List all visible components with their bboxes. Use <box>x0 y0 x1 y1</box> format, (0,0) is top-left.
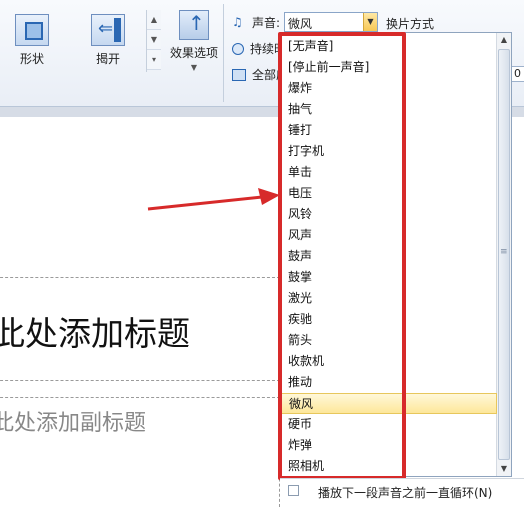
chevron-down-icon[interactable]: ▼ <box>363 13 377 31</box>
ribbon-separator <box>223 4 224 102</box>
sound-option[interactable]: 疾驰 <box>281 309 497 330</box>
shape-effect-label: 形状 <box>19 52 44 66</box>
effect-options-button[interactable]: 效果选项 ▼ <box>166 8 222 88</box>
sound-option[interactable]: 激光 <box>281 288 497 309</box>
sound-option[interactable]: 收款机 <box>281 351 497 372</box>
sound-option[interactable]: 硬币 <box>281 414 497 435</box>
scroll-thumb[interactable] <box>498 49 510 460</box>
scroll-down-icon[interactable]: ▼ <box>497 462 511 476</box>
sound-option[interactable]: 电压 <box>281 183 497 204</box>
sound-option[interactable]: 微风 <box>281 393 497 414</box>
duration-row: 持续时 <box>232 40 286 57</box>
sound-option[interactable]: [停止前一声音] <box>281 57 497 78</box>
shape-effect-icon <box>15 14 49 46</box>
switch-method-label: 换片方式 <box>386 17 435 31</box>
effect-options-icon <box>179 10 209 40</box>
gallery-more-icon[interactable]: ▾ <box>147 50 161 70</box>
sound-option[interactable]: [无声音] <box>281 36 497 57</box>
sound-row: ♫ 声音: <box>232 12 280 32</box>
uncover-effect-button[interactable]: 揭开 <box>78 8 138 68</box>
sound-option[interactable]: 箭头 <box>281 330 497 351</box>
chevron-down-icon: ▼ <box>190 63 198 72</box>
sound-option[interactable]: 风声 <box>281 225 497 246</box>
sound-option[interactable]: 抽气 <box>281 99 497 120</box>
uncover-effect-label: 揭开 <box>95 52 120 66</box>
clock-icon <box>232 42 244 55</box>
loop-checkbox[interactable] <box>288 485 299 496</box>
sound-option[interactable]: 单击 <box>281 162 497 183</box>
annotation-arrow <box>147 188 280 211</box>
sound-option[interactable]: 鼓声 <box>281 246 497 267</box>
gallery-up-icon[interactable]: ▲ <box>147 10 161 30</box>
sound-dropdown-list[interactable]: ▲ ▼ [无声音][停止前一声音]爆炸抽气锤打打字机单击电压风铃风声鼓声鼓掌激光… <box>280 32 512 477</box>
sound-icon: ♫ <box>232 15 243 29</box>
uncover-effect-icon <box>91 14 125 46</box>
sound-option[interactable]: 风铃 <box>281 204 497 225</box>
sound-option[interactable]: 打字机 <box>281 141 497 162</box>
apply-all-icon <box>232 68 246 81</box>
slide-canvas[interactable]: 此处添加标题 此处添加副标题 <box>0 117 280 507</box>
title-placeholder[interactable]: 此处添加标题 <box>0 307 190 355</box>
effects-gallery-scroll[interactable]: ▲ ▼ ▾ <box>146 10 161 72</box>
scroll-up-icon[interactable]: ▲ <box>497 33 511 47</box>
sound-option[interactable]: 照相机 <box>281 456 497 477</box>
effect-options-label: 效果选项 <box>169 46 218 60</box>
sound-label: 声音: <box>252 15 281 30</box>
annotation-arrow-shaft <box>147 195 263 211</box>
annotation-arrow-head <box>258 188 280 205</box>
subtitle-placeholder[interactable]: 此处添加副标题 <box>0 405 146 437</box>
sound-option[interactable]: 炸弹 <box>281 435 497 456</box>
gallery-down-icon[interactable]: ▼ <box>147 30 161 50</box>
sound-select[interactable]: 微风 ▼ <box>284 12 378 32</box>
dropdown-scrollbar[interactable]: ▲ ▼ <box>496 33 511 476</box>
loop-option[interactable]: 播放下一段声音之前一直循环(N) <box>280 478 524 502</box>
sound-option[interactable]: 锤打 <box>281 120 497 141</box>
shape-effect-button[interactable]: 形状 <box>2 8 62 68</box>
loop-label: 播放下一段声音之前一直循环(N) <box>318 486 493 500</box>
sound-option[interactable]: 爆炸 <box>281 78 497 99</box>
sound-option[interactable]: 推动 <box>281 372 497 393</box>
sound-select-value: 微风 <box>288 17 313 31</box>
sound-option[interactable]: 鼓掌 <box>281 267 497 288</box>
